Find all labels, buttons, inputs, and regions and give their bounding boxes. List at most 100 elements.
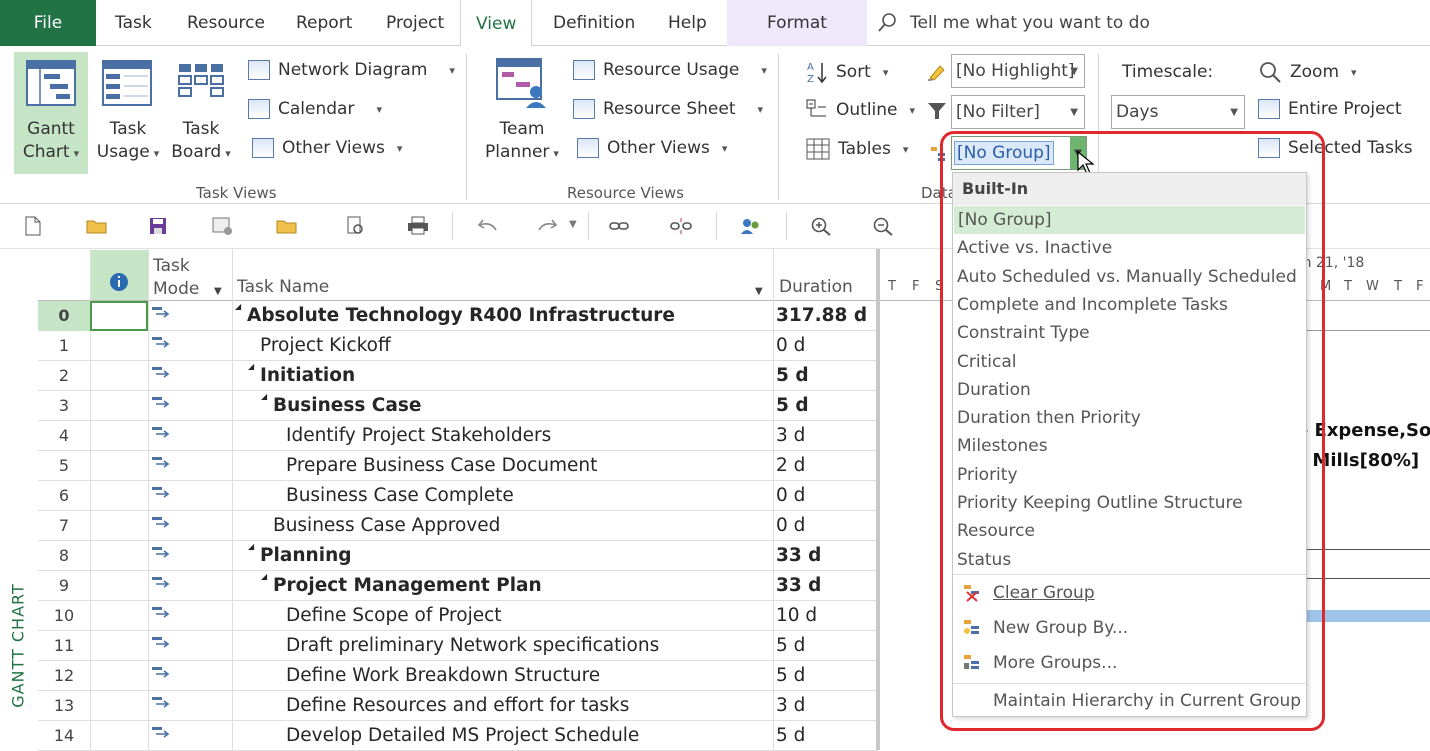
task-name-cell[interactable]: Absolute Technology R400 Infrastructure: [247, 301, 675, 331]
task-name-cell[interactable]: Business Case Complete: [286, 481, 514, 511]
resource-usage-button[interactable]: Resource Usage ▾: [573, 60, 767, 80]
row-number[interactable]: 7: [38, 511, 90, 541]
task-name-cell[interactable]: Business Case: [273, 391, 421, 421]
duration-cell[interactable]: 0 d: [776, 511, 805, 541]
tab-resource[interactable]: Resource: [187, 0, 265, 46]
table-row[interactable]: 8 ◢ Planning 33 d: [38, 541, 878, 571]
duration-cell[interactable]: 0 d: [776, 331, 805, 361]
task-name-cell[interactable]: Project Management Plan: [273, 571, 542, 601]
table-row[interactable]: 0 ◢ Absolute Technology R400 Infrastructur…: [38, 301, 878, 331]
table-row[interactable]: 11 Draft preliminary Network specificatio…: [38, 631, 878, 661]
tab-task[interactable]: Task: [115, 0, 152, 46]
task-board-button[interactable]: Task Board ▾: [168, 52, 234, 174]
entire-project-button[interactable]: Entire Project: [1258, 99, 1402, 119]
duration-cell[interactable]: 33 d: [776, 541, 821, 571]
task-name-cell[interactable]: Define Resources and effort for tasks: [286, 691, 629, 721]
print-icon[interactable]: [407, 216, 429, 236]
task-usage-button[interactable]: Task Usage ▾: [96, 52, 160, 174]
duration-cell[interactable]: 5 d: [776, 661, 805, 691]
row-number[interactable]: 3: [38, 391, 90, 421]
row-number[interactable]: 14: [38, 721, 90, 751]
team-planner-button[interactable]: Team Planner ▾: [482, 52, 562, 174]
collapse-triangle-icon[interactable]: ◢: [261, 572, 267, 581]
calendar-button[interactable]: Calendar ▾: [248, 99, 382, 119]
task-name-cell[interactable]: Project Kickoff: [260, 331, 391, 361]
new-file-icon[interactable]: [24, 216, 42, 236]
row-number[interactable]: 13: [38, 691, 90, 721]
undo-icon[interactable]: [477, 216, 499, 236]
collapse-triangle-icon[interactable]: ◢: [248, 362, 254, 371]
chevron-down-icon[interactable]: ▼: [755, 286, 763, 297]
duration-cell[interactable]: 5 d: [776, 391, 809, 421]
task-name-cell[interactable]: Draft preliminary Network specifications: [286, 631, 659, 661]
tab-definition[interactable]: Definition: [553, 0, 635, 46]
duration-cell[interactable]: 10 d: [776, 601, 817, 631]
task-name-cell[interactable]: Define Work Breakdown Structure: [286, 661, 600, 691]
tab-report[interactable]: Report: [296, 0, 352, 46]
table-row[interactable]: 1 Project Kickoff 0 d: [38, 331, 878, 361]
table-row[interactable]: 3 ◢ Business Case 5 d: [38, 391, 878, 421]
tab-file[interactable]: File: [0, 0, 96, 46]
duration-cell[interactable]: 3 d: [776, 421, 805, 451]
row-number[interactable]: 12: [38, 661, 90, 691]
row-number[interactable]: 2: [38, 361, 90, 391]
row-number[interactable]: 9: [38, 571, 90, 601]
task-name-cell[interactable]: Initiation: [260, 361, 355, 391]
row-number[interactable]: 4: [38, 421, 90, 451]
unlink-tasks-icon[interactable]: [670, 216, 692, 236]
table-row[interactable]: 14 Develop Detailed MS Project Schedule 5 …: [38, 721, 878, 751]
duration-cell[interactable]: 5 d: [776, 361, 809, 391]
print-preview-icon[interactable]: [345, 216, 365, 236]
duration-cell[interactable]: 5 d: [776, 721, 805, 751]
network-diagram-button[interactable]: Network Diagram ▾: [248, 60, 455, 80]
timescale-dropdown[interactable]: Days ▼: [1111, 95, 1245, 129]
tables-button[interactable]: Tables ▾: [806, 138, 908, 160]
highlight-dropdown[interactable]: [No Highlight] ▼: [951, 54, 1085, 88]
row-number[interactable]: 0: [38, 301, 90, 331]
gantt-chart-button[interactable]: Gantt Chart ▾: [14, 52, 88, 174]
tab-format[interactable]: Format: [727, 0, 867, 46]
table-row[interactable]: 7 Business Case Approved 0 d: [38, 511, 878, 541]
task-name-cell[interactable]: Define Scope of Project: [286, 601, 502, 631]
tab-project[interactable]: Project: [386, 0, 444, 46]
table-row[interactable]: 5 Prepare Business Case Document 2 d: [38, 451, 878, 481]
save-icon[interactable]: [149, 216, 167, 236]
tell-me-search[interactable]: Tell me what you want to do: [876, 0, 1150, 46]
active-cell[interactable]: [90, 301, 148, 331]
duration-header[interactable]: Duration: [779, 277, 853, 297]
task-name-cell[interactable]: Planning: [260, 541, 351, 571]
row-number[interactable]: 6: [38, 481, 90, 511]
collapse-triangle-icon[interactable]: ◢: [235, 302, 241, 311]
task-name-header[interactable]: Task Name: [237, 277, 329, 297]
duration-cell[interactable]: 3 d: [776, 691, 805, 721]
table-row[interactable]: 10 Define Scope of Project 10 d: [38, 601, 878, 631]
sort-button[interactable]: AZ Sort ▾: [806, 60, 888, 84]
zoom-button[interactable]: Zoom ▾: [1258, 60, 1357, 84]
row-number[interactable]: 5: [38, 451, 90, 481]
assign-resources-icon[interactable]: [740, 216, 762, 236]
duration-cell[interactable]: 2 d: [776, 451, 805, 481]
other-task-views-button[interactable]: Other Views ▾: [252, 138, 402, 158]
duration-cell[interactable]: 33 d: [776, 571, 821, 601]
task-name-cell[interactable]: Identify Project Stakeholders: [286, 421, 551, 451]
collapse-triangle-icon[interactable]: ◢: [261, 392, 267, 401]
table-row[interactable]: 12 Define Work Breakdown Structure 5 d: [38, 661, 878, 691]
filter-dropdown[interactable]: [No Filter] ▼: [951, 95, 1085, 129]
open-folder-icon[interactable]: [86, 216, 108, 236]
other-resource-views-button[interactable]: Other Views ▾: [577, 138, 727, 158]
collapse-triangle-icon[interactable]: ◢: [248, 542, 254, 551]
tab-help[interactable]: Help: [668, 0, 707, 46]
row-number[interactable]: 1: [38, 331, 90, 361]
outline-button[interactable]: Outline ▾: [806, 99, 915, 121]
table-row[interactable]: 9 ◢ Project Management Plan 33 d: [38, 571, 878, 601]
table-row[interactable]: 13 Define Resources and effort for tasks 3…: [38, 691, 878, 721]
folder-icon[interactable]: [276, 216, 298, 236]
zoom-out-icon[interactable]: [872, 216, 894, 236]
resource-sheet-button[interactable]: Resource Sheet ▾: [573, 99, 763, 119]
task-name-cell[interactable]: Business Case Approved: [273, 511, 500, 541]
table-row[interactable]: 2 ◢ Initiation 5 d: [38, 361, 878, 391]
task-name-cell[interactable]: Develop Detailed MS Project Schedule: [286, 721, 639, 751]
chevron-down-icon[interactable]: ▼: [214, 286, 222, 297]
redo-icon[interactable]: [536, 216, 558, 236]
indicators-column-header[interactable]: [90, 250, 148, 300]
